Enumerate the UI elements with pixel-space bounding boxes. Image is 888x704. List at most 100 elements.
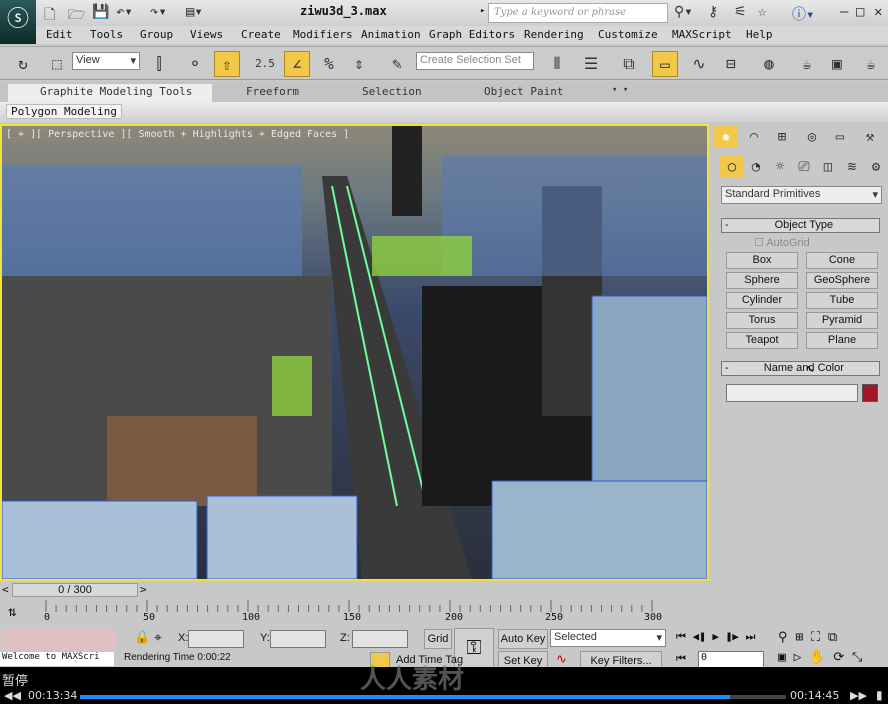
geometry-icon[interactable]: ○ — [720, 156, 744, 178]
absolute-mode-icon[interactable]: ⌖ — [154, 630, 162, 646]
scene-explorer-icon[interactable]: ▭ — [652, 51, 678, 77]
key-mode-toggle-icon[interactable]: ⏮ — [676, 652, 686, 666]
time-slider[interactable]: < 0 / 300 > — [0, 583, 709, 598]
expand-arrow-icon[interactable]: ▸ — [480, 6, 485, 16]
pyramid-button[interactable]: Pyramid — [806, 312, 878, 329]
tab-object-paint[interactable]: Object Paint — [484, 85, 563, 98]
systems-icon[interactable]: ⚙ — [864, 156, 888, 178]
mini-curve-editor-icon[interactable]: ⇅ — [8, 604, 16, 620]
menu-group[interactable]: Group — [140, 28, 173, 41]
time-slider-thumb[interactable]: 0 / 300 — [12, 583, 138, 597]
perspective-viewport[interactable]: [ + ][ Perspective ][ Smooth + Highlight… — [0, 124, 709, 581]
maximize-button[interactable]: □ — [856, 4, 864, 20]
tab-selection[interactable]: Selection — [362, 85, 422, 98]
align-icon[interactable]: ☰ — [578, 51, 604, 77]
menu-help[interactable]: Help — [746, 28, 773, 41]
viewport-nav-icons-2[interactable]: ▣ ▷ ✋ ⟳ ⤡ — [778, 650, 862, 665]
menu-tools[interactable]: Tools — [90, 28, 123, 41]
angle-snap-icon[interactable]: ∠ — [284, 51, 310, 77]
satellite-icon[interactable]: ⚟ — [734, 4, 747, 20]
next-frame-arrow[interactable]: > — [140, 583, 147, 596]
cone-button[interactable]: Cone — [806, 252, 878, 269]
manipulate-icon[interactable]: ⚬ — [182, 51, 208, 77]
binoculars-icon[interactable]: ⚲▾ — [674, 4, 693, 20]
reference-coord-select[interactable]: View ▾ — [72, 52, 140, 70]
key-tangent-icon[interactable]: ∿ — [556, 652, 567, 667]
menu-create[interactable]: Create — [241, 28, 281, 41]
menu-rendering[interactable]: Rendering — [524, 28, 584, 41]
save-icon[interactable]: 💾 — [92, 4, 109, 20]
shapes-icon[interactable]: ◔ — [744, 156, 768, 178]
layer-manager-icon[interactable]: ⧉ — [616, 51, 642, 77]
named-selection-set[interactable]: Create Selection Set — [416, 52, 534, 70]
object-type-rollout[interactable]: - Object Type — [721, 218, 880, 233]
search-input[interactable]: Type a keyword or phrase — [488, 3, 668, 23]
menu-graph-editors[interactable]: Graph Editors — [429, 28, 515, 41]
key-icon[interactable]: ⚷ — [708, 4, 718, 20]
z-coordinate-input[interactable] — [352, 630, 408, 648]
x-coordinate-input[interactable] — [188, 630, 244, 648]
minimize-button[interactable]: – — [840, 4, 848, 20]
hierarchy-tab-icon[interactable]: ⊞ — [770, 126, 794, 148]
teapot-button[interactable]: Teapot — [726, 332, 798, 349]
snap-toggle[interactable]: 2.5 — [252, 51, 278, 77]
prev-frame-arrow[interactable]: < — [2, 583, 9, 596]
helpers-icon[interactable]: ◫ — [816, 156, 840, 178]
star-icon[interactable]: ☆ — [758, 4, 766, 20]
utilities-tab-icon[interactable]: ⚒ — [858, 126, 882, 148]
stop-icon[interactable]: ▮ — [876, 688, 883, 702]
create-tab-icon[interactable]: ✹ — [714, 126, 738, 148]
percent-snap-icon[interactable]: % — [316, 51, 342, 77]
forward-icon[interactable]: ▶▶ — [850, 689, 867, 702]
lights-icon[interactable]: ☼ — [768, 156, 792, 178]
grid-button[interactable]: Grid — [424, 629, 452, 649]
undo-icon[interactable]: ↶▾ — [116, 4, 133, 20]
open-file-icon[interactable]: 🗁 — [68, 4, 85, 28]
viewport-label[interactable]: [ + ][ Perspective ][ Smooth + Highlight… — [6, 129, 349, 140]
torus-button[interactable]: Torus — [726, 312, 798, 329]
category-dropdown[interactable]: Standard Primitives ▾ — [721, 186, 882, 204]
tab-graphite-modeling-tools[interactable]: Graphite Modeling Tools — [40, 85, 192, 98]
playback-controls[interactable]: ⏮ ◀❚ ▶ ❚▶ ⏭ — [676, 630, 755, 644]
spinner-snap-icon[interactable]: ⇕ — [346, 51, 372, 77]
track-bar[interactable]: 0 50 100 150 200 250 300 — [44, 600, 664, 626]
keyboard-shortcut-icon[interactable]: ⇧ — [214, 51, 240, 77]
rendered-frame-icon[interactable]: ▣ — [824, 51, 850, 77]
name-color-rollout[interactable]: - Name and Color — [721, 361, 880, 376]
material-editor-icon[interactable]: ◍ — [756, 51, 782, 77]
space-warps-icon[interactable]: ≋ — [840, 156, 864, 178]
menu-views[interactable]: Views — [190, 28, 223, 41]
project-icon[interactable]: ▤▾ — [186, 4, 203, 20]
schematic-view-icon[interactable]: ⊟ — [718, 51, 744, 77]
viewport-nav-icons[interactable]: ⚲ ⊞ ⛶ ⧉ — [778, 630, 837, 645]
box-button[interactable]: Box — [726, 252, 798, 269]
polygon-modeling-panel[interactable]: Polygon Modeling — [6, 104, 122, 119]
video-progress-bar[interactable] — [80, 695, 786, 699]
rotate-icon[interactable]: ↻ — [10, 51, 36, 77]
rewind-icon[interactable]: ◀◀ — [4, 689, 21, 702]
mirror-icon[interactable]: ⫴ — [544, 51, 570, 77]
pivot-icon[interactable]: ⫿ — [146, 51, 172, 77]
lock-icon[interactable]: 🔒 — [134, 630, 150, 645]
key-mode-select[interactable]: Selected ▾ — [550, 629, 666, 647]
cylinder-button[interactable]: Cylinder — [726, 292, 798, 309]
y-coordinate-input[interactable] — [270, 630, 326, 648]
plane-button[interactable]: Plane — [806, 332, 878, 349]
curve-editor-icon[interactable]: ∿ — [686, 51, 712, 77]
object-name-input[interactable] — [726, 384, 858, 402]
menu-maxscript[interactable]: MAXScript — [672, 28, 732, 41]
sphere-button[interactable]: Sphere — [726, 272, 798, 289]
menu-edit[interactable]: Edit — [46, 28, 73, 41]
modify-tab-icon[interactable]: ◠ — [742, 126, 766, 148]
render-setup-icon[interactable]: ☕ — [794, 51, 820, 77]
menu-animation[interactable]: Animation — [361, 28, 421, 41]
app-logo[interactable]: ⓢ — [0, 0, 36, 44]
ribbon-options-icon[interactable]: ▾ ▾ — [612, 85, 628, 95]
maxscript-listener[interactable]: Welcome to MAXScri — [0, 652, 114, 666]
scale-icon[interactable]: ⬚ — [44, 51, 70, 77]
help-icon[interactable]: ⓘ▾ — [792, 4, 814, 24]
new-file-icon[interactable]: 🗋 — [44, 4, 55, 28]
edit-named-selection-icon[interactable]: ✎ — [384, 51, 410, 77]
cameras-icon[interactable]: ⎚ — [792, 156, 816, 178]
autogrid-checkbox[interactable]: ☐ AutoGrid — [754, 236, 810, 249]
